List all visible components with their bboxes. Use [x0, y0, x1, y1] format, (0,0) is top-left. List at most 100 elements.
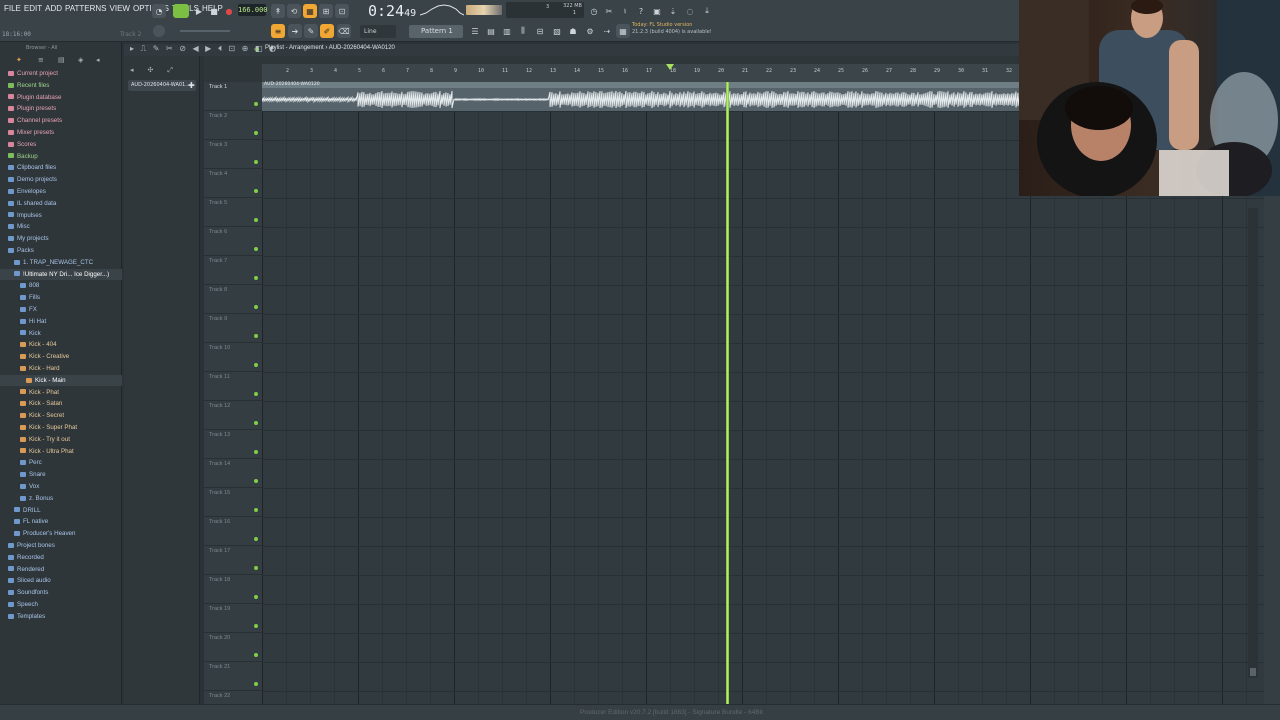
- browser-item[interactable]: Packs: [0, 245, 122, 256]
- browser-item[interactable]: Recorded: [0, 552, 122, 563]
- browser-item[interactable]: Current project: [0, 68, 122, 79]
- news-panel[interactable]: Today: FL Studio version 21.2.3 (build 4…: [632, 22, 712, 36]
- browser-icon[interactable]: ⊟: [533, 24, 547, 38]
- render-icon[interactable]: ⇣: [666, 4, 680, 18]
- channel-rack-icon[interactable]: ▥: [500, 24, 514, 38]
- browser-item[interactable]: Rendered: [0, 564, 122, 575]
- mixer-icon[interactable]: ⫼: [516, 24, 530, 38]
- track-header[interactable]: Track 12: [204, 401, 262, 430]
- play-button[interactable]: ▶: [192, 4, 206, 18]
- blend-icon[interactable]: ⊡: [335, 4, 349, 18]
- browser-item[interactable]: Kick - Main: [0, 374, 122, 386]
- track-header[interactable]: Track 21: [204, 662, 262, 691]
- browser-item[interactable]: Channel presets: [0, 115, 122, 126]
- browser-item[interactable]: Templates: [0, 611, 122, 622]
- menu-edit[interactable]: EDIT: [24, 4, 42, 13]
- browser-item[interactable]: Recent files: [0, 80, 122, 91]
- browser-item[interactable]: Producer's Heaven: [0, 528, 122, 539]
- playlist-icon[interactable]: ☰: [468, 24, 482, 38]
- track-header[interactable]: Track 3: [204, 140, 262, 169]
- browser-item[interactable]: Backup: [0, 151, 122, 162]
- track-header[interactable]: Track 18: [204, 575, 262, 604]
- sort-icon[interactable]: ≡: [38, 56, 46, 64]
- browser-item[interactable]: Vox: [0, 481, 122, 492]
- pencil-icon[interactable]: ✎: [304, 24, 318, 38]
- browser-item[interactable]: Kick - Creative: [0, 351, 122, 362]
- delete-icon[interactable]: ⌫: [337, 24, 351, 38]
- browser-item[interactable]: Kick - Super Phat: [0, 422, 122, 433]
- track-header[interactable]: Track 17: [204, 546, 262, 575]
- browser-item[interactable]: Kick - Secret: [0, 410, 122, 421]
- track-mute-led[interactable]: [254, 247, 258, 251]
- record-button[interactable]: ●: [222, 4, 236, 18]
- help-icon[interactable]: ?: [634, 4, 648, 18]
- typing-keyboard-icon[interactable]: ▦: [303, 4, 317, 18]
- touch-icon[interactable]: ☗: [566, 24, 580, 38]
- menu-patterns[interactable]: PATTERNS: [65, 4, 106, 13]
- stop-button[interactable]: ■: [207, 4, 221, 18]
- snap-icon[interactable]: ≡: [271, 24, 285, 38]
- browser-item[interactable]: Demo projects: [0, 174, 122, 185]
- track-mute-led[interactable]: [254, 131, 258, 135]
- picker-clip-item[interactable]: AUD-20260404-WA01...: [128, 80, 196, 91]
- master-pitch-slider[interactable]: [180, 30, 230, 32]
- browser-item[interactable]: Mixer presets: [0, 127, 122, 138]
- browser-item[interactable]: Impulses: [0, 210, 122, 221]
- step-icon[interactable]: ↟: [271, 4, 285, 18]
- vertical-scrollbar[interactable]: [1248, 208, 1258, 678]
- playhead[interactable]: [726, 82, 729, 704]
- browser-item[interactable]: FX: [0, 304, 122, 315]
- browser-item[interactable]: Sliced audio: [0, 575, 122, 586]
- browser-item[interactable]: 1. TRAP_NEWAGE_CTC: [0, 257, 122, 268]
- track-mute-led[interactable]: [254, 363, 258, 367]
- track-header[interactable]: Track 10: [204, 343, 262, 372]
- track-mute-led[interactable]: [254, 276, 258, 280]
- track-mute-led[interactable]: [254, 392, 258, 396]
- browser-item[interactable]: Kick - 404: [0, 339, 122, 350]
- track-header[interactable]: Track 11: [204, 372, 262, 401]
- piano-roll-icon[interactable]: ▤: [484, 24, 498, 38]
- edison-icon[interactable]: ⚙: [583, 24, 597, 38]
- browser-item[interactable]: 808: [0, 280, 122, 291]
- browser-item[interactable]: !Ultimate NY Dri... Ice Digger...): [0, 268, 122, 280]
- save-icon[interactable]: ▣: [650, 4, 664, 18]
- playlist-arrow-icon[interactable]: ◈: [254, 45, 259, 53]
- track-header[interactable]: Track 13: [204, 430, 262, 459]
- collapse-icon[interactable]: ◂: [96, 56, 104, 64]
- browser-item[interactable]: My projects: [0, 233, 122, 244]
- track-mute-led[interactable]: [254, 653, 258, 657]
- track-header[interactable]: Track 9: [204, 314, 262, 343]
- menu-view[interactable]: VIEW: [110, 4, 130, 13]
- chat-icon[interactable]: ◌: [683, 4, 697, 18]
- track-mute-led[interactable]: [254, 189, 258, 193]
- track-mute-led[interactable]: [254, 160, 258, 164]
- browser-item[interactable]: Envelopes: [0, 186, 122, 197]
- song-position-display[interactable]: 0:2449: [368, 2, 416, 20]
- browser-item[interactable]: z. Bonus: [0, 493, 122, 504]
- browser-item[interactable]: Speech: [0, 599, 122, 610]
- arrow-icon[interactable]: ➔: [288, 24, 302, 38]
- track-mute-led[interactable]: [254, 218, 258, 222]
- track-mute-led[interactable]: [254, 450, 258, 454]
- track-mute-led[interactable]: [254, 421, 258, 425]
- track-mute-led[interactable]: [254, 595, 258, 599]
- tag-icon[interactable]: ◈: [78, 56, 86, 64]
- track-header[interactable]: Track 14: [204, 459, 262, 488]
- track-header[interactable]: Track 7: [204, 256, 262, 285]
- browser-item[interactable]: DRILL: [0, 505, 122, 516]
- star-icon[interactable]: ✦: [16, 56, 24, 64]
- track-header[interactable]: Track 16: [204, 517, 262, 546]
- menu-add[interactable]: ADD: [45, 4, 62, 13]
- browser-item[interactable]: Plugin database: [0, 92, 122, 103]
- tempo-display[interactable]: 166.000: [238, 4, 268, 16]
- browser-item[interactable]: Kick - Satan: [0, 398, 122, 409]
- menu-file[interactable]: FILE: [4, 4, 21, 13]
- track-mute-led[interactable]: [254, 305, 258, 309]
- browser-item[interactable]: Hi Hat: [0, 316, 122, 327]
- browser-item[interactable]: Kick: [0, 328, 122, 339]
- browser-item[interactable]: Project bones: [0, 540, 122, 551]
- picker-tools[interactable]: ◂✣⤢: [130, 66, 187, 75]
- browser-item[interactable]: IL shared data: [0, 198, 122, 209]
- metronome-icon[interactable]: ◔: [152, 4, 166, 18]
- track-header[interactable]: Track 2: [204, 111, 262, 140]
